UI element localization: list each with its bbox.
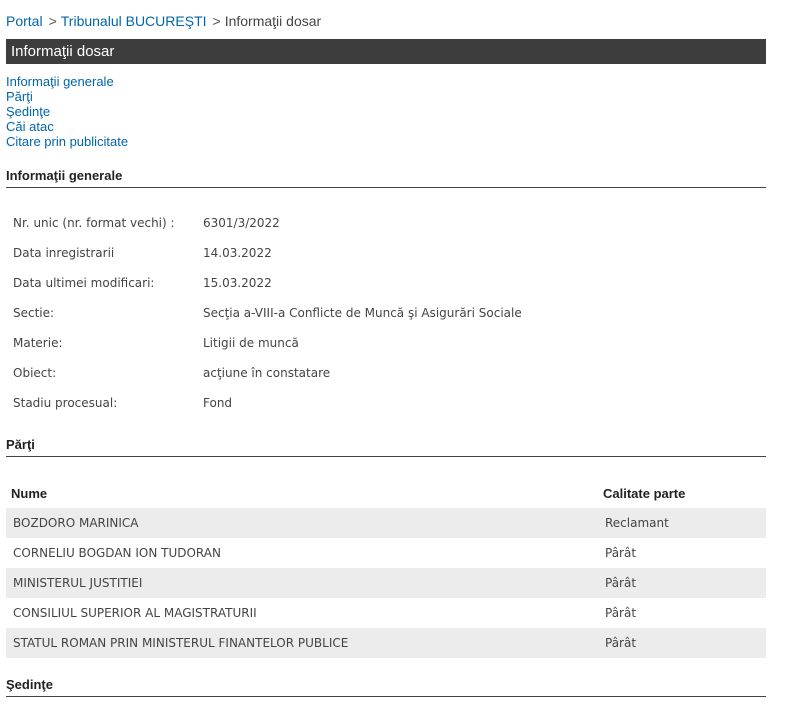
- breadcrumb-separator: >: [48, 13, 57, 29]
- info-row: Obiect: acţiune în constatare: [6, 358, 522, 388]
- info-value: Fond: [203, 396, 233, 410]
- parties-table: Nume Calitate parte BOZDORO MARINICA Rec…: [6, 478, 766, 658]
- table-row: CONSILIUL SUPERIOR AL MAGISTRATURII Pârâ…: [6, 598, 766, 628]
- table-row: MINISTERUL JUSTITIEI Pârât: [6, 568, 766, 598]
- info-label: Sectie:: [13, 306, 55, 320]
- parties-heading: Părţi: [6, 437, 766, 457]
- breadcrumb-current: Informaţii dosar: [224, 13, 322, 29]
- party-role: Pârât: [605, 606, 637, 620]
- table-row: BOZDORO MARINICA Reclamant: [6, 508, 766, 538]
- table-row: STATUL ROMAN PRIN MINISTERUL FINANTELOR …: [6, 628, 766, 658]
- info-row: Materie: Litigii de muncă: [6, 328, 522, 358]
- nav-link-parties[interactable]: Părţi: [6, 89, 128, 104]
- info-value: 14.03.2022: [203, 246, 272, 260]
- column-header-role: Calitate parte: [603, 485, 686, 501]
- nav-link-appeals[interactable]: Căi atac: [6, 119, 128, 134]
- general-info-table: Nr. unic (nr. format vechi) : 6301/3/202…: [6, 208, 522, 418]
- party-role: Pârât: [603, 628, 766, 658]
- breadcrumb-separator: >: [212, 13, 221, 29]
- general-info-heading: Informaţii generale: [6, 168, 766, 188]
- party-role: Pârât: [605, 546, 637, 560]
- party-name: MINISTERUL JUSTITIEI: [6, 568, 603, 598]
- info-row: Data inregistrarii 14.03.2022: [6, 238, 522, 268]
- breadcrumb: Portal > Tribunalul BUCUREŞTI > Informaţii d…: [6, 13, 321, 29]
- info-label: Data inregistrarii: [13, 246, 115, 260]
- info-value: 6301/3/2022: [203, 216, 280, 230]
- info-value: Litigii de muncă: [203, 336, 299, 350]
- column-header-name: Nume: [11, 485, 48, 501]
- section-nav: Informaţii generale Părţi Şedinţe Căi at…: [6, 74, 128, 149]
- table-header-row: Nume Calitate parte: [6, 478, 766, 508]
- party-role: Pârât: [603, 568, 766, 598]
- party-role: Reclamant: [603, 508, 766, 538]
- party-name: STATUL ROMAN PRIN MINISTERUL FINANTELOR …: [6, 628, 603, 658]
- page-title: Informaţii dosar: [6, 39, 766, 64]
- nav-link-hearings[interactable]: Şedinţe: [6, 104, 128, 119]
- info-label: Obiect:: [13, 366, 57, 380]
- info-row: Nr. unic (nr. format vechi) : 6301/3/202…: [6, 208, 522, 238]
- info-row: Stadiu procesual: Fond: [6, 388, 522, 418]
- party-name: BOZDORO MARINICA: [6, 508, 603, 538]
- info-label: Stadiu procesual:: [13, 396, 118, 410]
- info-value: 15.03.2022: [203, 276, 272, 290]
- nav-link-general[interactable]: Informaţii generale: [6, 74, 128, 89]
- info-value: Secţia a-VIII-a Conflicte de Muncă şi As…: [203, 306, 522, 320]
- party-name: CONSILIUL SUPERIOR AL MAGISTRATURII: [13, 606, 257, 620]
- breadcrumb-portal-link[interactable]: Portal: [6, 13, 43, 29]
- info-label: Nr. unic (nr. format vechi) :: [13, 216, 175, 230]
- table-row: CORNELIU BOGDAN ION TUDORAN Pârât: [6, 538, 766, 568]
- info-label: Data ultimei modificari:: [13, 276, 155, 290]
- info-label: Materie:: [13, 336, 63, 350]
- hearings-heading: Şedinţe: [6, 677, 766, 697]
- info-row: Data ultimei modificari: 15.03.2022: [6, 268, 522, 298]
- nav-link-citation[interactable]: Citare prin publicitate: [6, 134, 128, 149]
- info-row: Sectie: Secţia a-VIII-a Conflicte de Mun…: [6, 298, 522, 328]
- breadcrumb-court-link[interactable]: Tribunalul BUCUREŞTI: [61, 13, 207, 29]
- info-value: acţiune în constatare: [203, 366, 331, 380]
- party-name: CORNELIU BOGDAN ION TUDORAN: [13, 546, 221, 560]
